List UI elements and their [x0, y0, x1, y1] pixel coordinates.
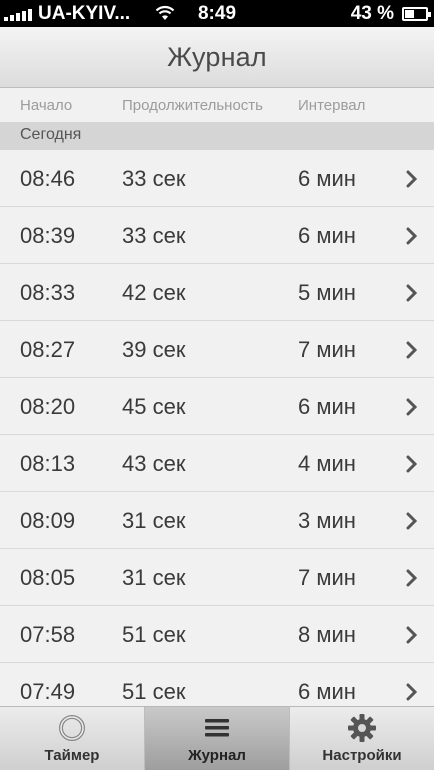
row-duration: 45 сек — [122, 394, 186, 419]
section-header-today: Сегодня — [0, 122, 434, 150]
row-duration: 51 сек — [122, 622, 186, 647]
battery-percent: 43 % — [350, 2, 394, 24]
carrier-name: UA-KYIV... — [38, 2, 131, 24]
table-row[interactable]: 08:46 33 сек 6 мин — [0, 150, 434, 207]
table-row[interactable]: 08:27 39 сек 7 мин — [0, 321, 434, 378]
signal-strength-icon — [4, 7, 32, 21]
row-interval: 7 мин — [298, 565, 356, 590]
wifi-icon — [155, 5, 175, 20]
row-start-time: 08:13 — [20, 451, 76, 476]
row-duration: 33 сек — [122, 223, 186, 248]
table-row[interactable]: 07:49 51 сек 6 мин — [0, 663, 434, 706]
chevron-right-icon — [406, 569, 418, 587]
navigation-bar: Журнал — [0, 27, 434, 88]
chevron-right-icon — [406, 626, 418, 644]
tab-settings[interactable]: Настройки — [290, 707, 434, 770]
row-start-time: 08:09 — [20, 508, 76, 533]
column-header-duration: Продолжительность — [122, 97, 263, 114]
tab-label: Таймер — [44, 747, 100, 764]
battery-icon — [402, 6, 431, 21]
tab-label: Журнал — [188, 747, 246, 764]
row-interval: 3 мин — [298, 508, 356, 533]
status-bar: UA-KYIV... 8:49 43 % — [0, 0, 434, 27]
row-duration: 39 сек — [122, 337, 186, 362]
row-duration: 31 сек — [122, 565, 186, 590]
table-row[interactable]: 08:39 33 сек 6 мин — [0, 207, 434, 264]
chevron-right-icon — [406, 341, 418, 359]
row-start-time: 08:05 — [20, 565, 76, 590]
list-icon — [202, 713, 232, 743]
row-duration: 42 сек — [122, 280, 186, 305]
chevron-right-icon — [406, 284, 418, 302]
row-interval: 6 мин — [298, 394, 356, 419]
battery-level-fill — [405, 9, 414, 18]
tab-bar: Таймер Журнал Настройки — [0, 706, 434, 770]
row-start-time: 08:46 — [20, 166, 76, 191]
tab-label: Настройки — [322, 747, 402, 764]
table-row[interactable]: 08:20 45 сек 6 мин — [0, 378, 434, 435]
chevron-right-icon — [406, 455, 418, 473]
page-title: Журнал — [167, 41, 267, 72]
column-headers: Начало Продолжительность Интервал — [0, 88, 434, 122]
chevron-right-icon — [406, 683, 418, 701]
table-row[interactable]: 08:33 42 сек 5 мин — [0, 264, 434, 321]
row-interval: 6 мин — [298, 679, 356, 704]
row-interval: 8 мин — [298, 622, 356, 647]
row-start-time: 08:20 — [20, 394, 76, 419]
row-duration: 51 сек — [122, 679, 186, 704]
row-start-time: 07:49 — [20, 679, 76, 704]
row-duration: 43 сек — [122, 451, 186, 476]
row-interval: 6 мин — [298, 166, 356, 191]
row-interval: 7 мин — [298, 337, 356, 362]
row-start-time: 08:33 — [20, 280, 76, 305]
row-interval: 5 мин — [298, 280, 356, 305]
chevron-right-icon — [406, 398, 418, 416]
gear-icon — [347, 713, 377, 743]
tab-journal[interactable]: Журнал — [145, 707, 290, 770]
row-duration: 31 сек — [122, 508, 186, 533]
row-start-time: 07:58 — [20, 622, 76, 647]
column-header-start: Начало — [20, 97, 73, 114]
column-header-interval: Интервал — [298, 97, 366, 114]
table-row[interactable]: 08:05 31 сек 7 мин — [0, 549, 434, 606]
table-row[interactable]: 08:09 31 сек 3 мин — [0, 492, 434, 549]
log-list[interactable]: 08:46 33 сек 6 мин 08:39 33 сек 6 мин 08:33 42 … — [0, 150, 434, 706]
chevron-right-icon — [406, 170, 418, 188]
table-row[interactable]: 07:58 51 сек 8 мин — [0, 606, 434, 663]
tab-timer[interactable]: Таймер — [0, 707, 145, 770]
row-interval: 4 мин — [298, 451, 356, 476]
row-start-time: 08:27 — [20, 337, 76, 362]
timer-ring-icon — [57, 713, 87, 743]
table-row[interactable]: 08:13 43 сек 4 мин — [0, 435, 434, 492]
row-interval: 6 мин — [298, 223, 356, 248]
row-start-time: 08:39 — [20, 223, 76, 248]
row-duration: 33 сек — [122, 166, 186, 191]
chevron-right-icon — [406, 512, 418, 530]
chevron-right-icon — [406, 227, 418, 245]
